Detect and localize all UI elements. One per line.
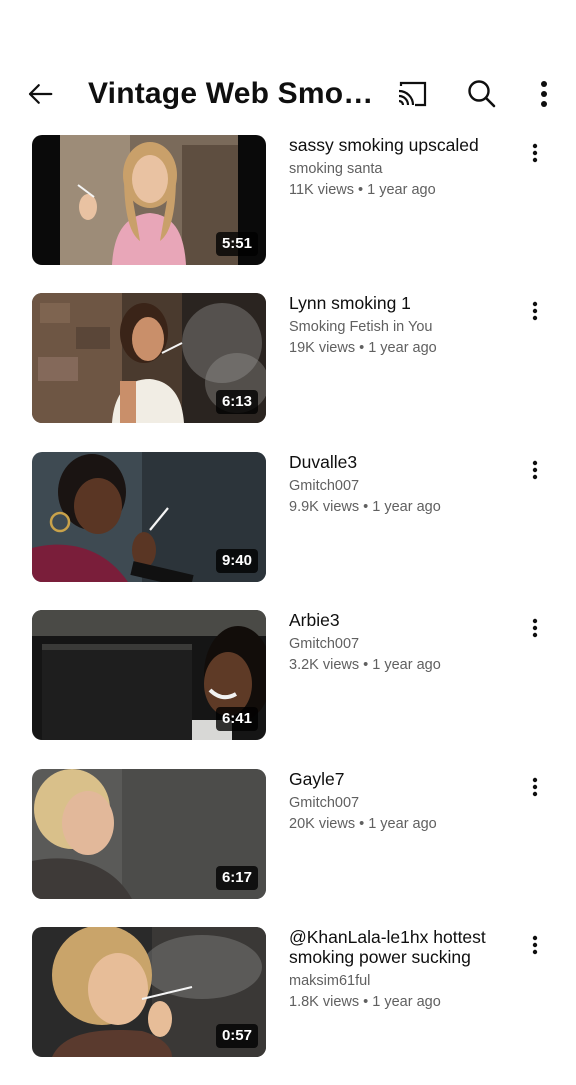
video-meta: Duvalle3 Gmitch007 9.9K views • 1 year a… (289, 452, 501, 518)
page-title: Vintage Web Smoki... (88, 77, 374, 110)
video-item[interactable]: 6:41 Arbie3 Gmitch007 3.2K views • 1 yea… (0, 610, 576, 741)
video-more-button[interactable] (522, 456, 548, 484)
header-more-button[interactable] (528, 76, 560, 112)
video-thumbnail[interactable]: 9:40 (32, 451, 266, 582)
video-thumbnail[interactable]: 5:51 (32, 135, 266, 265)
video-more-button[interactable] (522, 614, 548, 642)
video-title[interactable]: Lynn smoking 1 (289, 293, 501, 313)
video-title[interactable]: Duvalle3 (289, 452, 501, 472)
video-more-button[interactable] (522, 297, 548, 325)
video-stats: 11K views • 1 year ago (289, 182, 436, 198)
video-stats: 3.2K views • 1 year ago (289, 657, 441, 674)
video-meta: Arbie3 Gmitch007 3.2K views • 1 year ago (289, 610, 501, 676)
video-meta: @KhanLala-le1hx hottest smoking power su… (289, 927, 501, 1013)
video-thumbnail[interactable]: 6:17 (32, 768, 266, 899)
more-vert-icon (532, 143, 538, 163)
more-vert-icon (541, 81, 547, 107)
video-title[interactable]: @KhanLala-le1hx hottest smoking power su… (289, 927, 501, 967)
video-title[interactable]: Arbie3 (289, 610, 501, 630)
video-item[interactable]: 6:13 Lynn smoking 1 Smoking Fetish in Yo… (0, 293, 576, 424)
search-button[interactable] (462, 75, 502, 113)
video-more-button[interactable] (522, 773, 548, 801)
video-more-button[interactable] (522, 139, 548, 167)
video-item[interactable]: 5:51 sassy smoking upscaled smoking sant… (0, 135, 576, 265)
video-item[interactable]: 0:57 @KhanLala-le1hx hottest smoking pow… (0, 926, 576, 1057)
video-duration: 6:41 (215, 707, 258, 732)
more-vert-icon (532, 460, 538, 479)
video-stats: 20K views • 1 year ago (289, 815, 437, 832)
top-app-bar: Vintage Web Smoki... (0, 62, 576, 126)
video-item[interactable]: 6:17 Gayle7 Gmitch007 20K views • 1 year… (0, 768, 576, 899)
video-meta: sassy smoking upscaled smoking santa 11K… (289, 135, 501, 201)
video-duration: 0:57 (215, 1023, 258, 1048)
video-duration: 5:51 (215, 232, 258, 256)
video-meta: Lynn smoking 1 Smoking Fetish in You 19K… (289, 293, 501, 359)
video-meta: Gayle7 Gmitch007 20K views • 1 year ago (289, 769, 501, 835)
more-vert-icon (532, 777, 538, 796)
video-thumbnail[interactable]: 0:57 (32, 926, 266, 1057)
video-stats: 9.9K views • 1 year ago (289, 498, 441, 515)
channel-name[interactable]: Gmitch007 (289, 793, 501, 814)
back-button[interactable] (22, 76, 58, 112)
video-duration: 9:40 (215, 548, 258, 573)
channel-name[interactable]: Gmitch007 (289, 634, 501, 655)
video-thumbnail[interactable]: 6:41 (32, 610, 266, 741)
video-duration: 6:17 (215, 865, 258, 890)
arrow-left-icon (28, 84, 53, 104)
search-icon (468, 80, 496, 108)
cast-icon (398, 81, 427, 107)
more-vert-icon (532, 302, 538, 321)
video-title[interactable]: Gayle7 (289, 769, 501, 789)
video-item[interactable]: 9:40 Duvalle3 Gmitch007 9.9K views • 1 y… (0, 451, 576, 582)
video-more-button[interactable] (522, 931, 548, 959)
video-thumbnail[interactable]: 6:13 (32, 293, 266, 424)
channel-name[interactable]: Gmitch007 (289, 476, 501, 497)
channel-name[interactable]: Smoking Fetish in You (289, 317, 501, 338)
channel-name[interactable]: maksim61ful (289, 971, 501, 992)
cast-button[interactable] (392, 76, 432, 112)
more-vert-icon (532, 618, 538, 638)
channel-name[interactable]: smoking santa (289, 159, 501, 180)
video-stats: 19K views • 1 year ago (289, 340, 437, 357)
video-stats: 1.8K views • 1 year ago (289, 993, 441, 1010)
video-list: 5:51 sassy smoking upscaled smoking sant… (0, 135, 576, 1085)
more-vert-icon (532, 935, 538, 955)
video-duration: 6:13 (215, 390, 258, 415)
video-title[interactable]: sassy smoking upscaled (289, 135, 501, 155)
